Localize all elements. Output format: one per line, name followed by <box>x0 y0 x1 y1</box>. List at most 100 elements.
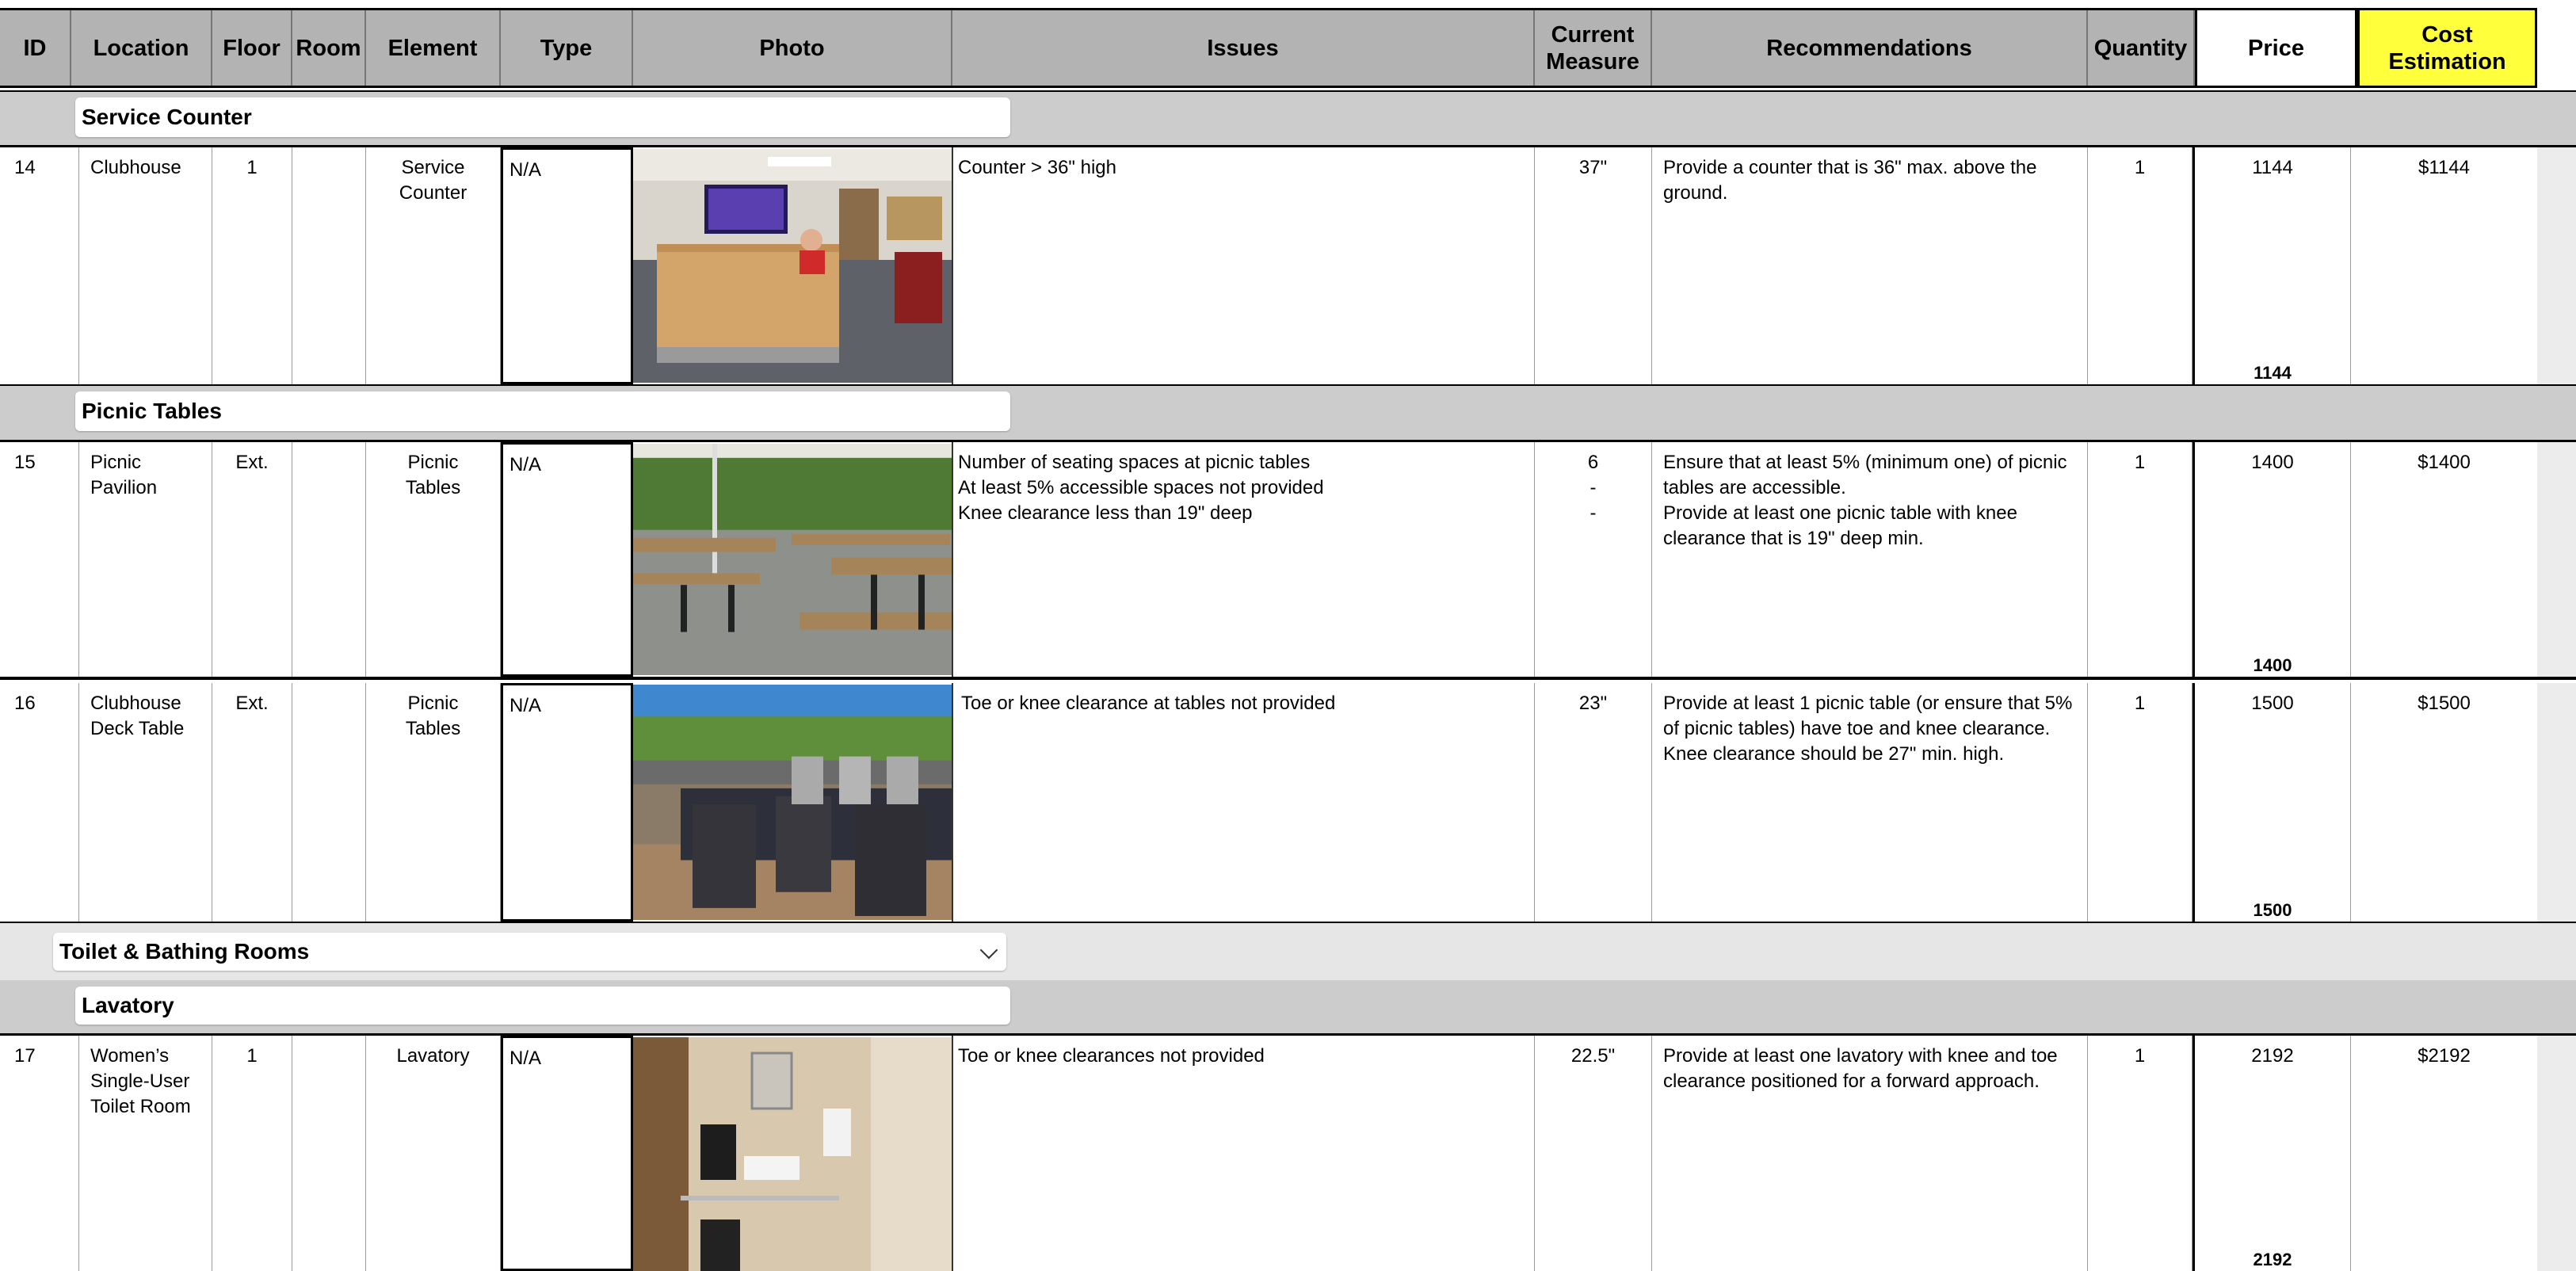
cell-type: N/A <box>501 683 633 922</box>
col-header-type: Type <box>501 10 633 86</box>
cell-floor: 1 <box>212 1036 292 1271</box>
measure-line: 37" <box>1578 157 1608 178</box>
col-header-cost-estimation: Cost Estimation <box>2357 10 2537 86</box>
group-row-service-counter: Service Counter <box>0 90 2576 147</box>
cell-current-measure: 22.5" <box>1535 1036 1652 1271</box>
cell-current-measure: 23" <box>1535 683 1652 922</box>
group-row-lavatory: Lavatory <box>0 980 2576 1036</box>
recommendation-line: Provide at least one lavatory with knee … <box>1663 1045 2058 1067</box>
cell-current-measure: 37" <box>1535 147 1652 384</box>
cell-quantity: 1 <box>2088 683 2192 922</box>
col-header-quantity: Quantity <box>2088 10 2195 86</box>
section-row-toilet-bathing: Toilet & Bathing Rooms <box>0 922 2576 980</box>
measure-line: 22.5" <box>1570 1045 1616 1067</box>
cell-recommendations: Provide a counter that is 36" max. above… <box>1652 147 2088 384</box>
price-value: 1144 <box>2252 157 2293 178</box>
cell-floor: 1 <box>212 147 292 384</box>
group-label-picnic-tables[interactable]: Picnic Tables <box>75 391 1010 431</box>
price-subtotal: 1144 <box>2254 363 2292 383</box>
col-header-floor: Floor <box>212 10 292 86</box>
cell-current-measure: 6 - - <box>1535 442 1652 677</box>
cell-quantity: 1 <box>2088 147 2192 384</box>
section-label: Toilet & Bathing Rooms <box>59 939 310 964</box>
issue-line: Toe or knee clearances not provided <box>958 1045 1265 1067</box>
cell-price: 2192 2192 <box>2192 1036 2351 1271</box>
cell-element: Picnic Tables <box>366 683 501 922</box>
cell-floor: Ext. <box>212 683 292 922</box>
cell-id: 17 <box>0 1036 79 1271</box>
section-dropdown-toilet-bathing[interactable]: Toilet & Bathing Rooms <box>53 933 1006 971</box>
table-header: ID Location Floor Room Element Type Phot… <box>0 8 2537 88</box>
price-subtotal: 1500 <box>2253 900 2292 920</box>
photo-picnic-pavilion <box>633 444 952 675</box>
cell-type: N/A <box>501 442 633 677</box>
cell-price: 1400 1400 <box>2192 442 2351 677</box>
price-subtotal: 1400 <box>2253 655 2292 675</box>
recommendation-line: Provide a counter that is 36" max. above… <box>1663 157 2037 178</box>
recommendation-line: Ensure that at least 5% (minimum one) of… <box>1663 452 2067 473</box>
cell-location: Clubhouse Deck Table <box>79 683 212 922</box>
price-subtotal: 2192 <box>2253 1250 2292 1269</box>
col-header-id: ID <box>0 10 71 86</box>
cell-recommendations: Provide at least 1 picnic table (or ensu… <box>1652 683 2088 922</box>
photo-clubhouse-deck <box>633 685 952 920</box>
measure-line: - <box>1589 502 1597 524</box>
cell-room <box>292 442 366 677</box>
recommendation-line: Provide at least one picnic table with k… <box>1663 502 2017 524</box>
measure-line: - <box>1589 477 1597 498</box>
issue-line: Toe or knee clearance at tables not prov… <box>961 693 1336 714</box>
cell-element: Picnic Tables <box>366 442 501 677</box>
table-row: 16 Clubhouse Deck Table Ext. Picnic Tabl… <box>0 683 2576 922</box>
cell-recommendations: Provide at least one lavatory with knee … <box>1652 1036 2088 1271</box>
issue-line: Number of seating spaces at picnic table… <box>958 452 1311 473</box>
col-header-location: Location <box>71 10 212 86</box>
col-header-room: Room <box>292 10 366 86</box>
recommendation-line: Provide at least 1 picnic table (or ensu… <box>1663 693 2073 714</box>
table-row: 17 Women’s Single-User Toilet Room 1 Lav… <box>0 1036 2576 1271</box>
col-header-current-measure: Current Measure <box>1535 10 1652 86</box>
cell-cost-estimation: $1400 <box>2418 452 2471 473</box>
cell-room <box>292 147 366 384</box>
col-header-price: Price <box>2195 10 2357 86</box>
group-label-service-counter[interactable]: Service Counter <box>75 97 1010 137</box>
recommendation-line: of picnic tables) have toe and knee clea… <box>1663 718 2051 739</box>
cell-issues: Number of seating spaces at picnic table… <box>952 442 1535 677</box>
recommendation-line: ground. <box>1663 182 1728 204</box>
price-value: 1400 <box>2251 452 2294 473</box>
cell-location: Picnic Pavilion <box>79 442 212 677</box>
recommendation-line: clearance that is 19" deep min. <box>1663 528 1924 549</box>
cell-type: N/A <box>501 1036 633 1271</box>
cell-price: 1500 1500 <box>2192 683 2351 922</box>
col-header-photo: Photo <box>633 10 952 86</box>
cell-room <box>292 683 366 922</box>
cell-location: Women’s Single-User Toilet Room <box>79 1036 212 1271</box>
chevron-down-icon[interactable] <box>979 941 998 960</box>
measure-line: 6 <box>1587 452 1599 473</box>
cell-quantity: 1 <box>2088 442 2192 677</box>
recommendation-line: Knee clearance should be 27" min. high. <box>1663 743 2005 765</box>
price-value: 2192 <box>2251 1045 2294 1067</box>
table-row: 14 Clubhouse 1 Service Counter N/A Count… <box>0 147 2576 384</box>
photo-lavatory <box>633 1037 952 1271</box>
cell-location: Clubhouse <box>79 147 212 384</box>
issue-line: At least 5% accessible spaces not provid… <box>958 477 1324 498</box>
issue-line: Counter > 36" high <box>958 157 1116 178</box>
photo-service-counter <box>633 149 952 383</box>
group-label-lavatory[interactable]: Lavatory <box>75 987 1010 1025</box>
cell-element: Service Counter <box>366 147 501 384</box>
recommendation-line: clearance positioned for a forward appro… <box>1663 1071 2040 1092</box>
cell-issues: Toe or knee clearances not provided <box>952 1036 1535 1271</box>
cell-issues: Toe or knee clearance at tables not prov… <box>952 683 1535 922</box>
cell-price: 1144 1144 <box>2192 147 2351 384</box>
col-header-recommendations: Recommendations <box>1652 10 2088 86</box>
cell-cost-estimation: $2192 <box>2418 1045 2471 1067</box>
cell-floor: Ext. <box>212 442 292 677</box>
scroll-gutter <box>2537 683 2576 922</box>
col-header-issues: Issues <box>952 10 1535 86</box>
scroll-gutter <box>2537 1036 2576 1271</box>
table-row: 15 Picnic Pavilion Ext. Picnic Tables N/… <box>0 442 2576 680</box>
cell-room <box>292 1036 366 1271</box>
cell-element: Lavatory <box>366 1036 501 1271</box>
cell-cost-estimation: $1500 <box>2418 693 2471 714</box>
price-value: 1500 <box>2251 693 2294 714</box>
